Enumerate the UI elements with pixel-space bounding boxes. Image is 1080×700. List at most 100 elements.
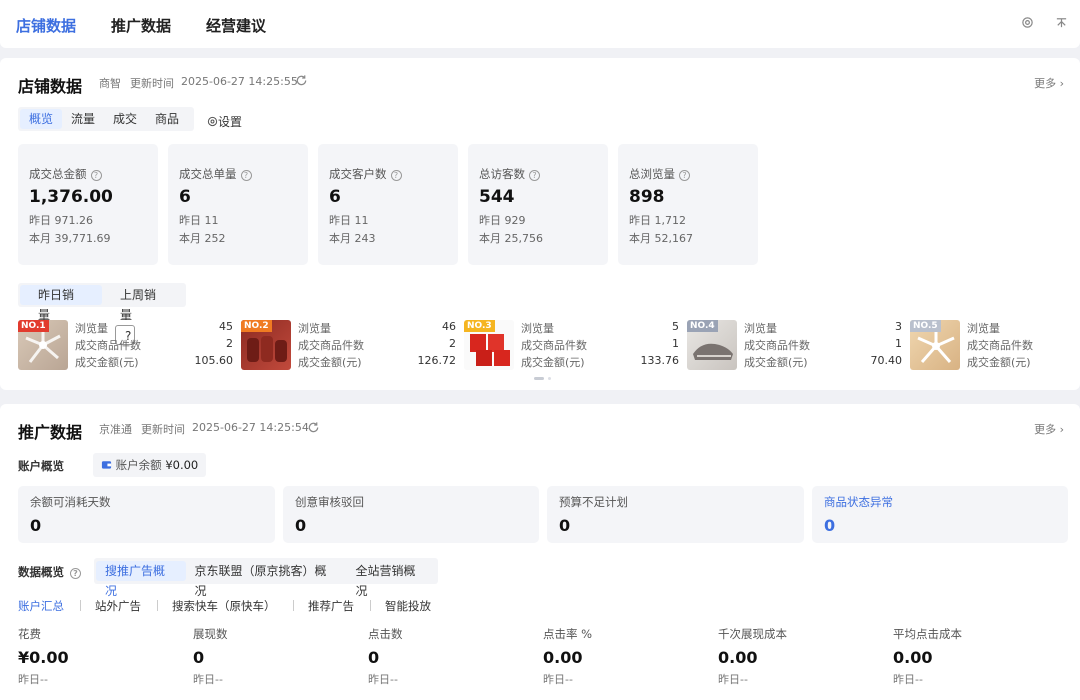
subtab-search-express[interactable]: 搜索快车（原快车）	[172, 598, 276, 614]
items-value: 2	[226, 337, 233, 350]
items-value: 2	[449, 337, 456, 350]
metric-ctr: 点击率 % 0.00 昨日--	[543, 626, 713, 687]
metric-card: 总访客数? 544 昨日 929 本月 25,756	[468, 144, 608, 265]
rank-item[interactable]: NO.4 浏览量 3 成交商品件数 1 成交金额(元) 70.40	[687, 320, 902, 372]
amount-label: 成交金额(元)	[75, 356, 139, 369]
card-label: 创意审核驳回	[295, 495, 364, 509]
card-label: 成交总单量	[179, 167, 237, 181]
tab-jd-union[interactable]: 京东联盟（原京挑客）概况	[186, 561, 347, 598]
views-value: 45	[219, 320, 233, 333]
help-icon[interactable]: ?	[529, 170, 540, 181]
product-thumbnail: NO.3	[464, 320, 514, 370]
nav-tab-promo-data[interactable]: 推广数据	[111, 15, 171, 36]
help-icon[interactable]: ?	[240, 170, 252, 181]
metric-card: 成交总金额? 1,376.00 昨日 971.26 本月 39,771.69	[18, 144, 158, 265]
divider	[80, 600, 81, 611]
amount-value: 126.72	[417, 354, 457, 367]
tab-yesterday-sales[interactable]: 昨日销量?	[20, 285, 102, 345]
metric-cpc: 平均点击成本 0.00 昨日--	[893, 626, 1063, 687]
tab-search-recommend-ads[interactable]: 搜推广告概况	[96, 561, 186, 598]
tab-site-marketing[interactable]: 全站营销概况	[347, 561, 437, 598]
metric-label: 花费	[18, 627, 41, 641]
card-month: 本月 39,771.69	[29, 232, 111, 245]
subtab-external-ads[interactable]: 站外广告	[95, 598, 141, 614]
rank-item[interactable]: NO.2 浏览量 46 成交商品件数 2 成交金额(元) 126.72	[241, 320, 456, 372]
subtab-account-summary[interactable]: 账户汇总	[18, 598, 64, 614]
rank-badge: NO.4	[687, 320, 718, 332]
metric-spend: 花费 ¥0.00 昨日--	[18, 626, 188, 687]
card-value: 0	[295, 516, 307, 535]
metric-yesterday: 昨日--	[368, 673, 398, 686]
metric-label: 点击数	[368, 627, 403, 641]
card-value: 544	[479, 187, 515, 207]
items-label: 成交商品件数	[75, 339, 141, 352]
views-value: 5	[672, 320, 679, 333]
carousel-dot[interactable]	[548, 377, 551, 380]
metric-value: 0	[193, 648, 205, 667]
divider	[370, 600, 371, 611]
nav-tab-store-data[interactable]: 店铺数据	[16, 15, 76, 36]
help-icon[interactable]: ?	[679, 170, 690, 181]
card-value: 0	[559, 516, 571, 535]
metric-value: 0	[368, 648, 380, 667]
metric-impressions: 展现数 0 昨日--	[193, 626, 363, 687]
card-value: 0	[824, 516, 836, 535]
tab-last-week-sales[interactable]: 上周销量?	[102, 285, 184, 345]
card-value: 6	[329, 187, 341, 207]
promo-card: 余额可消耗天数 0	[18, 486, 275, 543]
rank-item[interactable]: NO.5 浏览量 成交商品件数 成交金额(元)	[910, 320, 1070, 372]
tab-overview[interactable]: 概览	[20, 109, 63, 129]
tab-traffic[interactable]: 流量	[62, 109, 104, 129]
subtab-recommend-ads[interactable]: 推荐广告	[308, 598, 354, 614]
card-label: 成交总金额	[29, 167, 87, 181]
store-more-link[interactable]: 更多 ›	[1034, 75, 1064, 91]
store-update-time: 2025-06-27 14:25:55	[181, 75, 298, 88]
store-settings-button[interactable]: 设置	[207, 113, 242, 130]
promo-more-link[interactable]: 更多 ›	[1034, 421, 1064, 437]
views-label: 浏览量	[298, 322, 331, 335]
amount-value: 133.76	[640, 354, 680, 367]
card-label: 成交客户数	[329, 167, 387, 181]
help-icon[interactable]: ?	[390, 170, 402, 181]
card-yesterday: 昨日 971.26	[29, 214, 93, 227]
help-icon[interactable]: ?	[70, 568, 81, 579]
amount-value: 70.40	[870, 354, 903, 367]
items-label: 成交商品件数	[298, 339, 364, 352]
overview-tabs: 搜推广告概况 京东联盟（原京挑客）概况 全站营销概况	[94, 558, 438, 598]
metric-yesterday: 昨日--	[543, 673, 573, 686]
card-yesterday: 昨日 1,712	[629, 214, 686, 227]
card-yesterday: 昨日 11	[329, 214, 369, 227]
nav-tab-business-advice[interactable]: 经营建议	[206, 15, 266, 36]
carousel-dot-active[interactable]	[534, 377, 544, 380]
amount-value: 105.60	[194, 354, 234, 367]
amount-label: 成交金额(元)	[967, 356, 1031, 369]
pin-icon[interactable]	[1053, 16, 1069, 32]
rank-item[interactable]: NO.1 浏览量 45 成交商品件数 2 成交金额(元) 105.60	[18, 320, 233, 372]
metric-yesterday: 昨日--	[18, 673, 48, 686]
items-label: 成交商品件数	[967, 339, 1033, 352]
rank-item[interactable]: NO.3 浏览量 5 成交商品件数 1 成交金额(元) 133.76	[464, 320, 679, 372]
account-balance: 账户余额 ¥0.00	[93, 453, 207, 477]
views-label: 浏览量	[75, 322, 108, 335]
tab-deals[interactable]: 成交	[104, 109, 146, 129]
card-label: 总访客数	[479, 167, 525, 181]
card-label: 余额可消耗天数	[30, 495, 111, 509]
promo-card[interactable]: 商品状态异常 0	[812, 486, 1068, 543]
data-overview-label: 数据概览?	[18, 564, 81, 580]
refresh-icon[interactable]	[295, 74, 308, 90]
items-value: 1	[672, 337, 679, 350]
metric-label: 展现数	[193, 627, 228, 641]
settings-icon[interactable]	[1019, 16, 1035, 32]
card-month: 本月 243	[329, 232, 376, 245]
card-month: 本月 52,167	[629, 232, 693, 245]
rank-badge: NO.5	[910, 320, 941, 332]
help-icon[interactable]: ?	[90, 170, 102, 181]
promo-card: 创意审核驳回 0	[283, 486, 539, 543]
tab-products[interactable]: 商品	[146, 109, 188, 129]
subtab-smart-delivery[interactable]: 智能投放	[385, 598, 431, 614]
amount-label: 成交金额(元)	[298, 356, 362, 369]
product-thumbnail: NO.1	[18, 320, 68, 370]
refresh-icon[interactable]	[307, 421, 320, 437]
metric-yesterday: 昨日--	[893, 673, 923, 686]
product-thumbnail: NO.2	[241, 320, 291, 370]
